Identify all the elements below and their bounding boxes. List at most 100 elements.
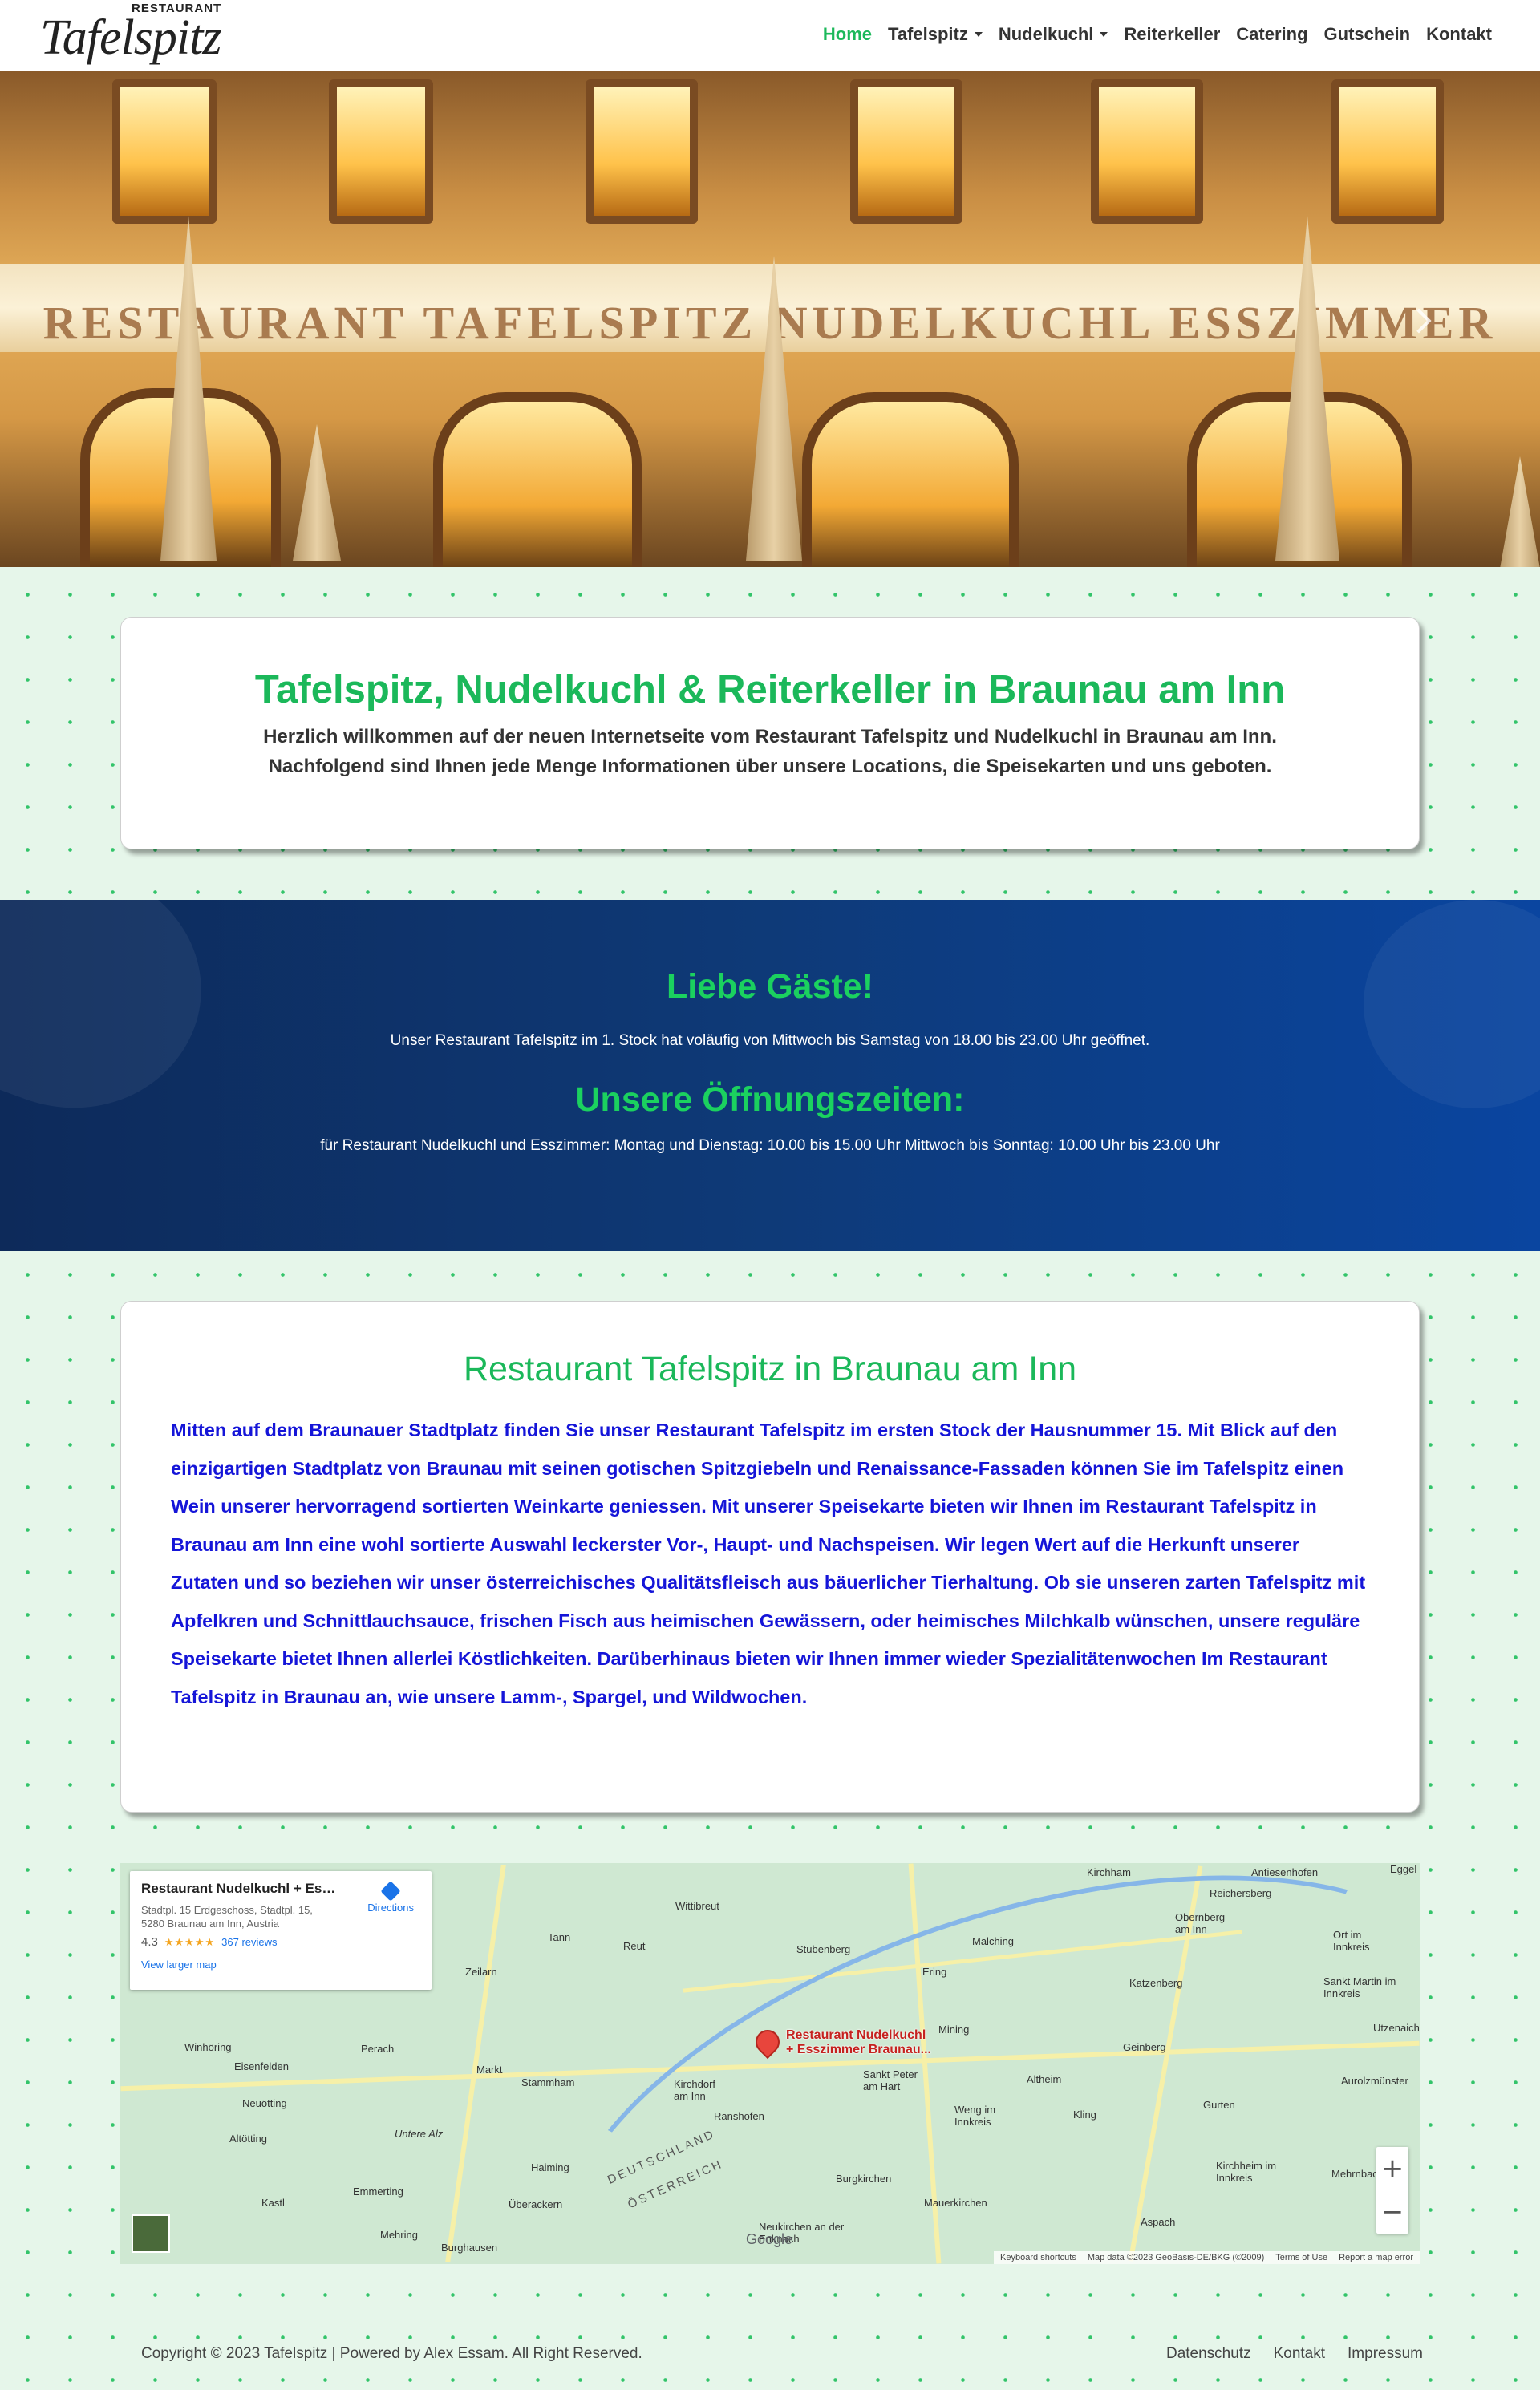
logo[interactable]: RESTAURANT Tafelspitz (40, 0, 225, 71)
hero-image: RESTAURANT TAFELSPITZ NUDELKUCHL ESSZIMM… (0, 71, 1540, 567)
map-place: Neuötting (242, 2097, 287, 2109)
map-place: Winhöring (184, 2041, 232, 2053)
map-pin-label[interactable]: Restaurant Nudelkuchl + Esszimmer Brauna… (786, 2028, 931, 2057)
hero-window (850, 79, 962, 224)
map-place: Gurten (1203, 2099, 1235, 2111)
nav-tafelspitz[interactable]: Tafelspitz (880, 21, 991, 48)
map-attribution: Keyboard shortcuts Map data ©2023 GeoBas… (994, 2251, 1420, 2264)
zoom-out-button[interactable]: − (1376, 2190, 1408, 2234)
nav-catering-label: Catering (1236, 24, 1308, 44)
map-address-line: Stadtpl. 15 Erdgeschoss, Stadtpl. 15, (141, 1904, 313, 1916)
footer-link-kontakt[interactable]: Kontakt (1274, 2345, 1325, 2363)
directions-label: Directions (367, 1902, 414, 1914)
logo-script: Tafelspitz (40, 10, 221, 65)
map-info-card: Restaurant Nudelkuchl + Esszi... Stadtpl… (130, 1871, 432, 1990)
star-icons: ★★★★★ (164, 1935, 216, 1948)
satellite-toggle[interactable] (132, 2214, 170, 2253)
map-place: Geinberg (1123, 2041, 1166, 2053)
directions-icon (380, 1881, 401, 1902)
banner-heading-hours: Unsere Öffnungszeiten: (575, 1080, 965, 1119)
nav-home[interactable]: Home (815, 21, 880, 48)
map-place: Mehring (380, 2229, 418, 2241)
map-place: Haiming (531, 2161, 569, 2173)
map-place: Stammham (521, 2076, 575, 2088)
map-place: Mauerkirchen (924, 2197, 987, 2209)
map-pin-label-line: + Esszimmer Braunau... (786, 2043, 931, 2056)
notice-banner: Liebe Gäste! Unser Restaurant Tafelspitz… (0, 900, 1540, 1251)
map-place: Eggel (1390, 1863, 1417, 1875)
zoom-in-button[interactable]: + (1376, 2147, 1408, 2190)
map-address-line: 5280 Braunau am Inn, Austria (141, 1918, 280, 1930)
map-place: Reut (623, 1940, 646, 1952)
nav-nudelkuchl[interactable]: Nudelkuchl (991, 21, 1116, 48)
map-place: Obernberg am Inn (1175, 1911, 1226, 1935)
caret-down-icon (1100, 32, 1108, 37)
map-rating: 4.3 ★★★★★ 367 reviews (141, 1935, 420, 1949)
map-place: Kastl (261, 2197, 285, 2209)
map-place: Wittibreut (675, 1900, 719, 1912)
map-pin-label-line: Restaurant Nudelkuchl (786, 2028, 926, 2042)
banner-text-hours: für Restaurant Nudelkuchl und Esszimmer:… (320, 1137, 1220, 1154)
directions-button[interactable]: Directions (367, 1881, 414, 1914)
hero-window (112, 79, 217, 224)
banner-decoration (1364, 900, 1540, 1108)
footer-link-impressum[interactable]: Impressum (1348, 2345, 1423, 2363)
about-text: Mitten auf dem Braunauer Stadtplatz find… (171, 1420, 1366, 1707)
intro-text: Herzlich willkommen auf der neuen Intern… (263, 726, 1277, 777)
map-place: Antiesenhofen (1251, 1866, 1319, 1878)
keyboard-shortcuts-link[interactable]: Keyboard shortcuts (1000, 2253, 1076, 2262)
map-place: Eisenfelden (234, 2060, 289, 2072)
google-logo: Google (746, 2231, 793, 2247)
map-place-address: Stadtpl. 15 Erdgeschoss, Stadtpl. 15, 52… (141, 1903, 342, 1930)
hero-door (802, 392, 1019, 567)
nav-reiterkeller[interactable]: Reiterkeller (1116, 21, 1228, 48)
map-place-title: Restaurant Nudelkuchl + Esszi... (141, 1881, 342, 1896)
map-place: Überackern (509, 2198, 563, 2210)
hero-door (433, 392, 642, 567)
map-place: Burgkirchen (836, 2173, 892, 2185)
google-map[interactable]: Kirchham Antiesenhofen Eggel Reichersber… (120, 1863, 1420, 2264)
report-error-link[interactable]: Report a map error (1339, 2253, 1413, 2262)
map-place: Reichersberg (1210, 1887, 1272, 1899)
map-place: Untere Alz (395, 2128, 444, 2140)
about-card: Restaurant Tafelspitz in Braunau am Inn … (120, 1301, 1420, 1813)
about-title: Restaurant Tafelspitz in Braunau am Inn (463, 1350, 1077, 1388)
map-place: Utzenaich (1373, 2022, 1420, 2034)
footer-copyright: Copyright © 2023 Tafelspitz | Powered by… (141, 2345, 642, 2362)
navbar: RESTAURANT Tafelspitz Home Tafelspitz Nu… (0, 0, 1540, 71)
nav-gutschein[interactable]: Gutschein (1316, 21, 1419, 48)
hero-window (586, 79, 698, 224)
map-place: Katzenberg (1129, 1977, 1183, 1989)
nav-kontakt[interactable]: Kontakt (1418, 21, 1500, 48)
map-place: Sankt Peter am Hart (863, 2068, 918, 2092)
terms-link[interactable]: Terms of Use (1275, 2253, 1327, 2262)
main-menu: Home Tafelspitz Nudelkuchl Reiterkeller … (815, 21, 1500, 48)
map-rating-value: 4.3 (141, 1935, 158, 1949)
map-place: Sankt Martin im Innkreis (1323, 1975, 1396, 1999)
banner-text-guests: Unser Restaurant Tafelspitz im 1. Stock … (390, 1032, 1150, 1049)
map-place: Altötting (229, 2133, 267, 2145)
nav-nudelkuchl-label: Nudelkuchl (998, 24, 1094, 44)
map-place: Weng im Innkreis (954, 2104, 996, 2128)
map-place: Burghausen (441, 2242, 498, 2254)
map-zoom-controls: + − (1376, 2147, 1408, 2234)
map-place: Ort im Innkreis (1333, 1929, 1370, 1953)
nav-tafelspitz-label: Tafelspitz (888, 24, 968, 44)
footer-links: Datenschutz Kontakt Impressum (1166, 2345, 1423, 2363)
map-place: Kirchham (1087, 1866, 1131, 1878)
map-place: Aspach (1141, 2216, 1176, 2228)
map-reviews-link[interactable]: 367 reviews (221, 1936, 277, 1948)
intro-card: Tafelspitz, Nudelkuchl & Reiterkeller in… (120, 617, 1420, 849)
map-place: Emmerting (353, 2185, 403, 2198)
footer-link-datenschutz[interactable]: Datenschutz (1166, 2345, 1251, 2363)
nav-catering[interactable]: Catering (1228, 21, 1315, 48)
nav-gutschein-label: Gutschein (1323, 24, 1411, 44)
view-larger-map-link[interactable]: View larger map (141, 1959, 420, 1971)
banner-heading-guests: Liebe Gäste! (666, 967, 874, 1006)
caret-down-icon (974, 32, 983, 37)
map-place: Perach (361, 2043, 395, 2055)
nav-kontakt-label: Kontakt (1426, 24, 1492, 44)
map-place: Zeilarn (465, 1966, 497, 1978)
hero-umbrella (1500, 456, 1540, 567)
map-place: Kling (1073, 2108, 1096, 2121)
